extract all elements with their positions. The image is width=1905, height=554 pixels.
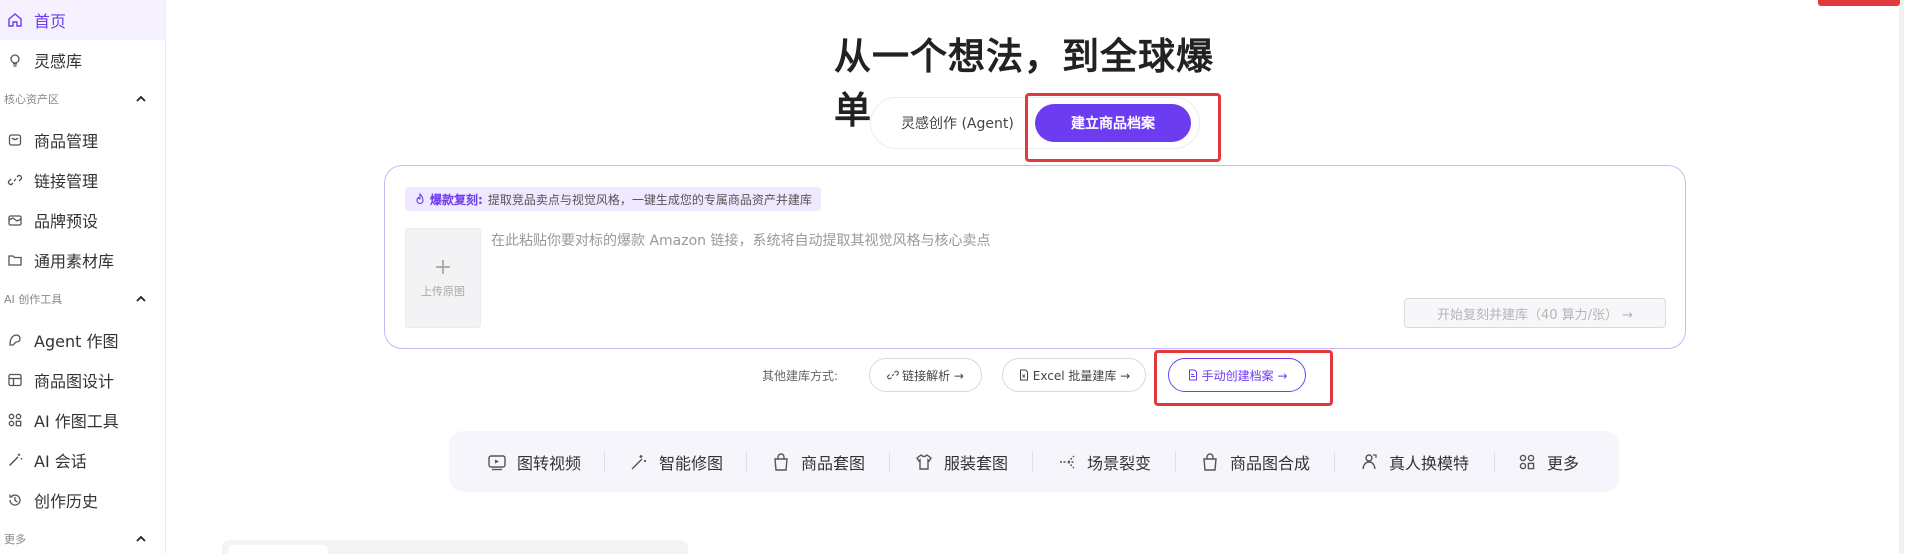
hint-banner: 爆款复刻: 提取竞品卖点与视觉风格，一键生成您的专属商品资产并建库	[405, 187, 821, 211]
tools-bar: 图转视频 智能修图 商品套图 服装套图 场景裂变 商品图合成 真人换模特 更多	[449, 431, 1619, 492]
bottom-panel	[222, 540, 688, 554]
section-label: 核心资产区	[4, 93, 59, 106]
amazon-link-input[interactable]: 在此粘贴你要对标的爆款 Amazon 链接，系统将自动提取其视觉风格与核心卖点	[491, 230, 990, 250]
tool-label: 图转视频	[517, 453, 582, 473]
bulb-icon	[6, 51, 24, 69]
hint-tag: 爆款复刻:	[430, 192, 483, 207]
chevron-up-icon	[136, 535, 146, 542]
flame-icon	[416, 193, 424, 204]
sidebar-item-materials[interactable]: 通用素材库	[0, 240, 165, 280]
grid-icon	[1519, 454, 1535, 469]
brand-icon	[6, 211, 24, 229]
box-icon	[6, 131, 24, 149]
tool-label: 服装套图	[944, 453, 1009, 473]
tool-label: 商品套图	[801, 453, 866, 473]
history-icon	[6, 491, 24, 509]
scene-icon	[1060, 455, 1075, 468]
tool-label: 真人换模特	[1389, 453, 1470, 473]
sidebar-item-product-design[interactable]: 商品图设计	[0, 360, 165, 400]
button-label: Excel 批量建库 →	[1032, 368, 1131, 383]
bag-icon	[774, 452, 788, 471]
tool-smart-retouch[interactable]: 智能修图	[629, 431, 723, 492]
bag-icon	[1203, 452, 1217, 471]
tool-divider	[889, 452, 890, 472]
chevron-up-icon	[136, 95, 146, 102]
layout-icon	[6, 371, 24, 389]
sidebar-item-ai-tools[interactable]: AI 作图工具	[0, 400, 165, 440]
sidebar-item-products[interactable]: 商品管理	[0, 120, 165, 160]
section-more[interactable]: 更多	[0, 528, 165, 550]
tool-image-to-video[interactable]: 图转视频	[487, 431, 581, 492]
upload-label: 上传原图	[421, 285, 465, 298]
section-ai-tools[interactable]: AI 创作工具	[0, 288, 165, 310]
sidebar-item-links[interactable]: 链接管理	[0, 160, 165, 200]
sidebar-item-label: 商品图设计	[34, 372, 115, 391]
tool-divider	[1175, 452, 1176, 472]
section-label: AI 创作工具	[4, 293, 63, 306]
sidebar-item-label: 品牌预设	[34, 212, 99, 231]
hint-text: 提取竞品卖点与视觉风格，一键生成您的专属商品资产并建库	[487, 192, 812, 207]
tool-label: 商品图合成	[1230, 453, 1311, 473]
sidebar-item-label: AI 作图工具	[34, 412, 119, 431]
sidebar-item-label: 链接管理	[34, 172, 99, 191]
tool-product-composite[interactable]: 商品图合成	[1200, 431, 1310, 492]
sidebar: 首页 灵感库 核心资产区 商品管理 链接管理 品牌预设 通用素材库 AI 创作工…	[0, 0, 166, 554]
link-icon	[6, 171, 24, 189]
tool-label: 场景裂变	[1087, 453, 1152, 473]
tool-divider	[1494, 452, 1495, 472]
sidebar-item-agent[interactable]: Agent 作图	[0, 320, 165, 360]
sidebar-item-ai-chat[interactable]: AI 会话	[0, 440, 165, 480]
home-icon	[6, 11, 24, 29]
sidebar-item-inspiration[interactable]: 灵感库	[0, 40, 165, 80]
section-core-assets[interactable]: 核心资产区	[0, 88, 165, 110]
tool-more[interactable]: 更多	[1517, 431, 1579, 492]
page-scrollbar[interactable]	[1899, 0, 1904, 554]
annotation-highlight	[1025, 93, 1221, 162]
corner-badge[interactable]	[1818, 0, 1900, 6]
grid-icon	[6, 411, 24, 429]
tool-scene-variation[interactable]: 场景裂变	[1057, 431, 1151, 492]
tool-product-set[interactable]: 商品套图	[771, 431, 865, 492]
plus-icon: +	[433, 255, 453, 280]
sidebar-item-label: 灵感库	[34, 52, 83, 71]
video-icon	[488, 454, 506, 470]
tool-divider	[1032, 452, 1033, 472]
other-methods-label: 其他建库方式:	[762, 369, 839, 383]
sidebar-item-label: 商品管理	[34, 132, 99, 151]
sidebar-item-label: Agent 作图	[34, 332, 119, 351]
tool-divider	[604, 452, 605, 472]
agent-icon	[6, 331, 24, 349]
shirt-icon	[916, 453, 932, 470]
section-label: 更多	[4, 533, 26, 546]
start-clone-button[interactable]: 开始复刻并建库（40 算力/张） →	[1404, 298, 1666, 328]
sidebar-item-label: AI 会话	[34, 452, 87, 471]
bottom-panel-tab[interactable]	[228, 545, 328, 554]
button-label: 链接解析 →	[902, 368, 964, 383]
tool-label: 智能修图	[659, 453, 724, 473]
tool-label: 更多	[1547, 453, 1580, 473]
excel-batch-button[interactable]: Excel 批量建库 →	[1002, 358, 1146, 392]
file-icon	[1019, 369, 1028, 381]
annotation-highlight	[1154, 350, 1333, 406]
retouch-icon	[631, 454, 646, 469]
clone-input-card: 爆款复刻: 提取竞品卖点与视觉风格，一键生成您的专属商品资产并建库 + 上传原图…	[384, 165, 1686, 349]
sidebar-item-home[interactable]: 首页	[0, 0, 165, 40]
tool-divider	[1334, 452, 1335, 472]
sidebar-item-label: 首页	[34, 12, 67, 31]
tool-model-swap[interactable]: 真人换模特	[1359, 431, 1469, 492]
chevron-up-icon	[136, 295, 146, 302]
sidebar-item-label: 通用素材库	[34, 252, 115, 271]
tab-inspiration-agent[interactable]: 灵感创作 (Agent)	[901, 113, 1014, 133]
link-parse-button[interactable]: 链接解析 →	[869, 358, 982, 392]
sidebar-item-history[interactable]: 创作历史	[0, 480, 165, 520]
folder-icon	[6, 251, 24, 269]
sidebar-item-label: 创作历史	[34, 492, 99, 511]
link-icon	[887, 370, 899, 380]
model-icon	[1362, 453, 1377, 469]
tool-divider	[746, 452, 747, 472]
upload-original-image[interactable]: + 上传原图	[405, 228, 481, 328]
wand-icon	[6, 451, 24, 469]
sidebar-item-brand-presets[interactable]: 品牌预设	[0, 200, 165, 240]
tool-apparel-set[interactable]: 服装套图	[914, 431, 1008, 492]
